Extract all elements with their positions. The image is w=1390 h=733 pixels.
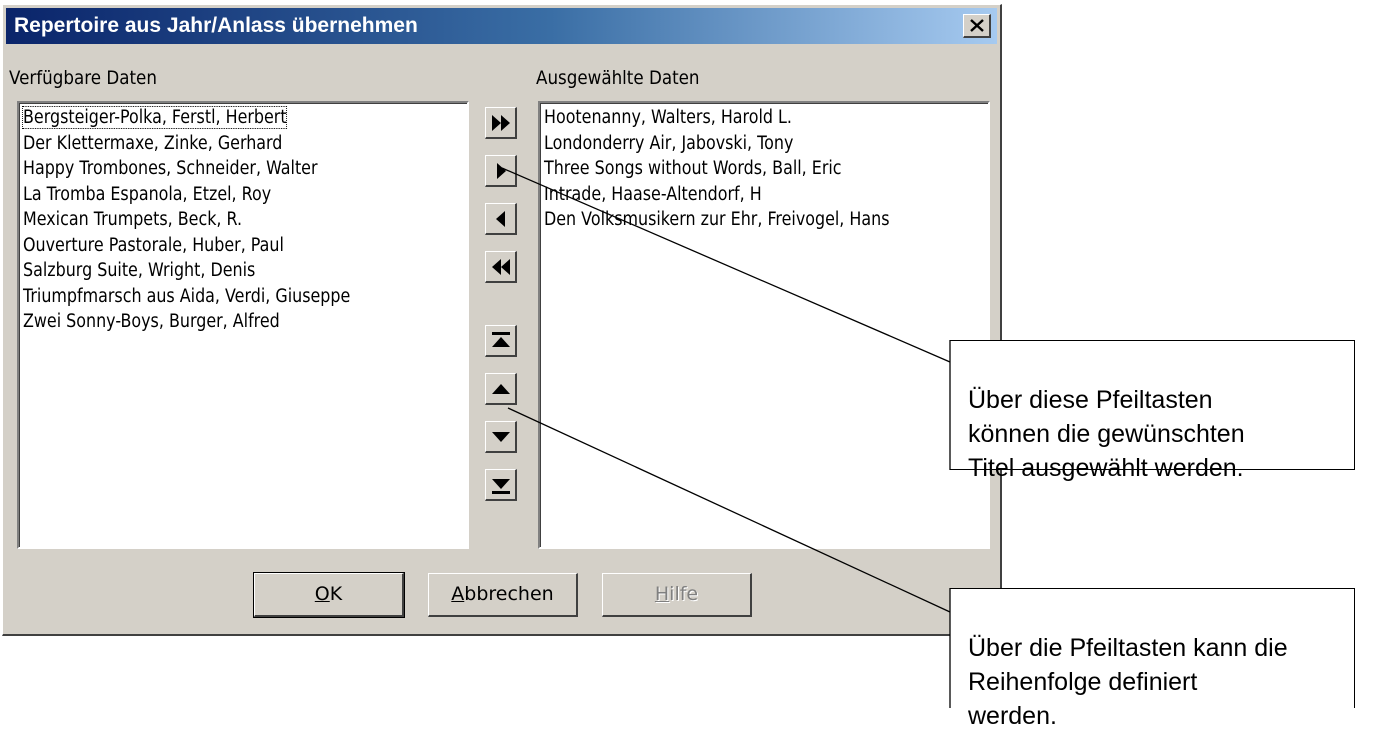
callout-edges [0,0,1390,708]
